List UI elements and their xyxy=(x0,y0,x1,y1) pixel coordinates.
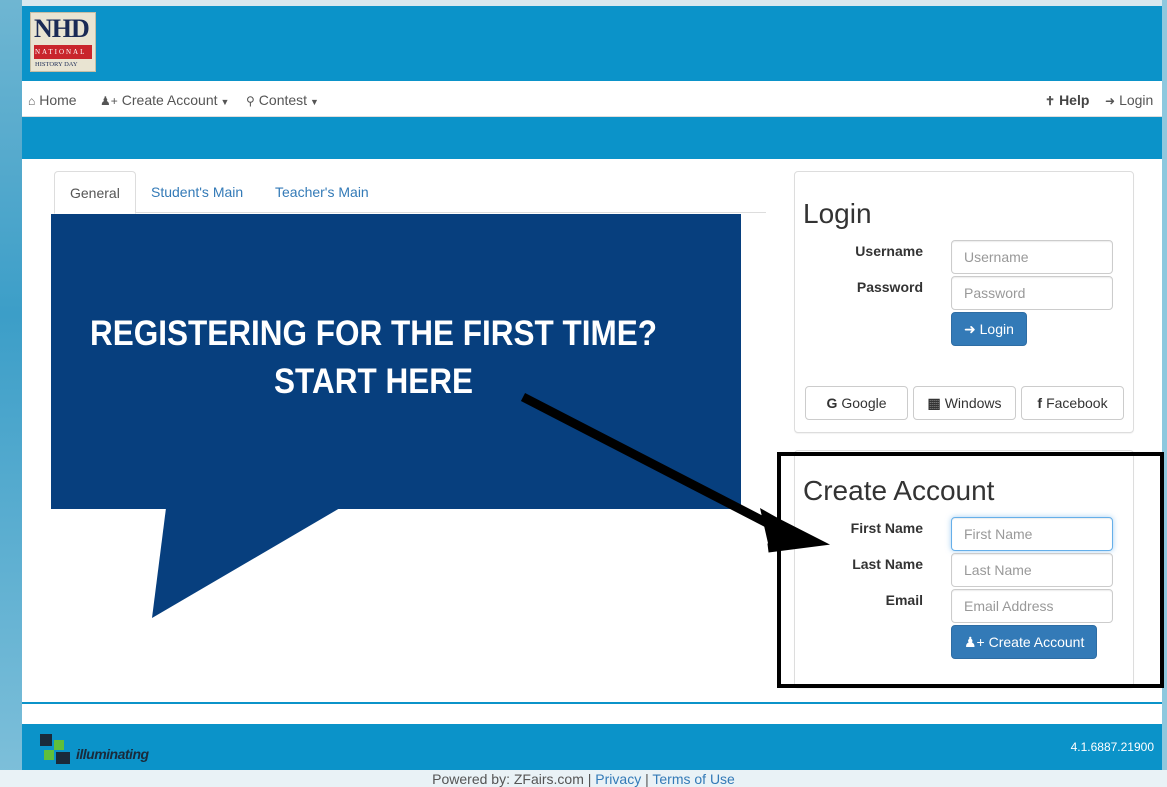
add-user-icon: ♟+ xyxy=(100,94,118,108)
home-icon: ⌂ xyxy=(28,94,36,108)
logo-line2: HISTORY DAY xyxy=(35,61,78,68)
main-navbar: ⌂ Home ♟+ Create Account ▼ ⚲ Contest ▼ ✝ Help … xyxy=(22,81,1162,117)
nav-create-account-label: Create Account xyxy=(121,92,218,108)
nav-create-account[interactable]: ♟+ Create Account ▼ xyxy=(100,91,229,109)
map-marker-icon: ⚲ xyxy=(246,94,255,108)
help-icon: ✝ xyxy=(1045,94,1056,108)
top-banner: NHD NATIONAL HISTORY DAY xyxy=(22,6,1162,81)
nav-help[interactable]: ✝ Help xyxy=(1045,91,1089,109)
illuminating-logo[interactable]: illuminating xyxy=(40,732,150,766)
blue-strip xyxy=(22,117,1162,159)
privacy-link[interactable]: Privacy xyxy=(595,771,641,787)
nav-help-label: Help xyxy=(1059,92,1090,108)
nav-home-label: Home xyxy=(39,92,77,108)
username-input[interactable] xyxy=(951,240,1113,274)
username-label: Username xyxy=(855,243,923,259)
powered-by-text: Powered by: ZFairs.com xyxy=(432,771,584,787)
callout-line1: REGISTERING FOR THE FIRST TIME? xyxy=(90,314,658,353)
facebook-label: Facebook xyxy=(1046,395,1108,411)
nav-contest[interactable]: ⚲ Contest ▼ xyxy=(246,91,319,109)
terms-link[interactable]: Terms of Use xyxy=(652,771,734,787)
powered-by-footer: Powered by: ZFairs.com | Privacy | Terms… xyxy=(0,771,1167,787)
login-panel: Login Username Password ➜ Login GGoogle … xyxy=(794,171,1134,433)
password-label: Password xyxy=(856,279,923,295)
login-button-label: Login xyxy=(979,321,1014,337)
login-title: Login xyxy=(803,198,872,229)
tab-general[interactable]: General xyxy=(54,171,136,214)
sign-in-icon: ➜ xyxy=(1105,94,1116,108)
facebook-icon: f xyxy=(1037,395,1043,411)
callout-line2: START HERE xyxy=(274,362,473,401)
google-icon: G xyxy=(826,395,838,411)
nav-login-label: Login xyxy=(1119,92,1154,108)
tab-students-main[interactable]: Student's Main xyxy=(136,171,258,213)
chevron-down-icon: ▼ xyxy=(310,97,319,107)
password-input[interactable] xyxy=(951,276,1113,310)
tab-teachers-main[interactable]: Teacher's Main xyxy=(260,171,384,213)
windows-label: Windows xyxy=(944,395,1002,411)
nav-contest-label: Contest xyxy=(258,92,308,108)
google-login-button[interactable]: G Google xyxy=(805,386,908,420)
sign-in-icon: ➜ xyxy=(964,321,980,337)
illuminating-logo-text: illuminating xyxy=(76,746,149,762)
windows-icon: ▦ xyxy=(927,395,941,411)
separator: | xyxy=(587,771,592,787)
google-label: Google xyxy=(841,395,887,411)
bottom-rule xyxy=(22,702,1162,704)
nhd-logo[interactable]: NHD NATIONAL HISTORY DAY xyxy=(30,12,96,72)
nav-home[interactable]: ⌂ Home xyxy=(28,91,77,109)
logo-main-text: NHD xyxy=(34,14,90,43)
footer: illuminating 4.1.6887.21900 xyxy=(22,724,1162,770)
login-button[interactable]: ➜ Login xyxy=(951,312,1027,346)
separator: | xyxy=(645,771,649,787)
background-stripe xyxy=(0,0,22,787)
create-account-highlight xyxy=(777,452,1164,688)
windows-login-button[interactable]: ▦ Windows xyxy=(913,386,1016,420)
version-text: 4.1.6887.21900 xyxy=(1070,740,1154,754)
content-tabs: General Student's Main Teacher's Main xyxy=(54,171,766,214)
logo-line1: NATIONAL xyxy=(35,48,87,56)
facebook-login-button[interactable]: f Facebook xyxy=(1021,386,1124,420)
chevron-down-icon: ▼ xyxy=(220,97,230,107)
nav-login[interactable]: ➜ Login xyxy=(1105,91,1153,109)
callout-text: REGISTERING FOR THE FIRST TIME? START HE… xyxy=(63,310,685,406)
